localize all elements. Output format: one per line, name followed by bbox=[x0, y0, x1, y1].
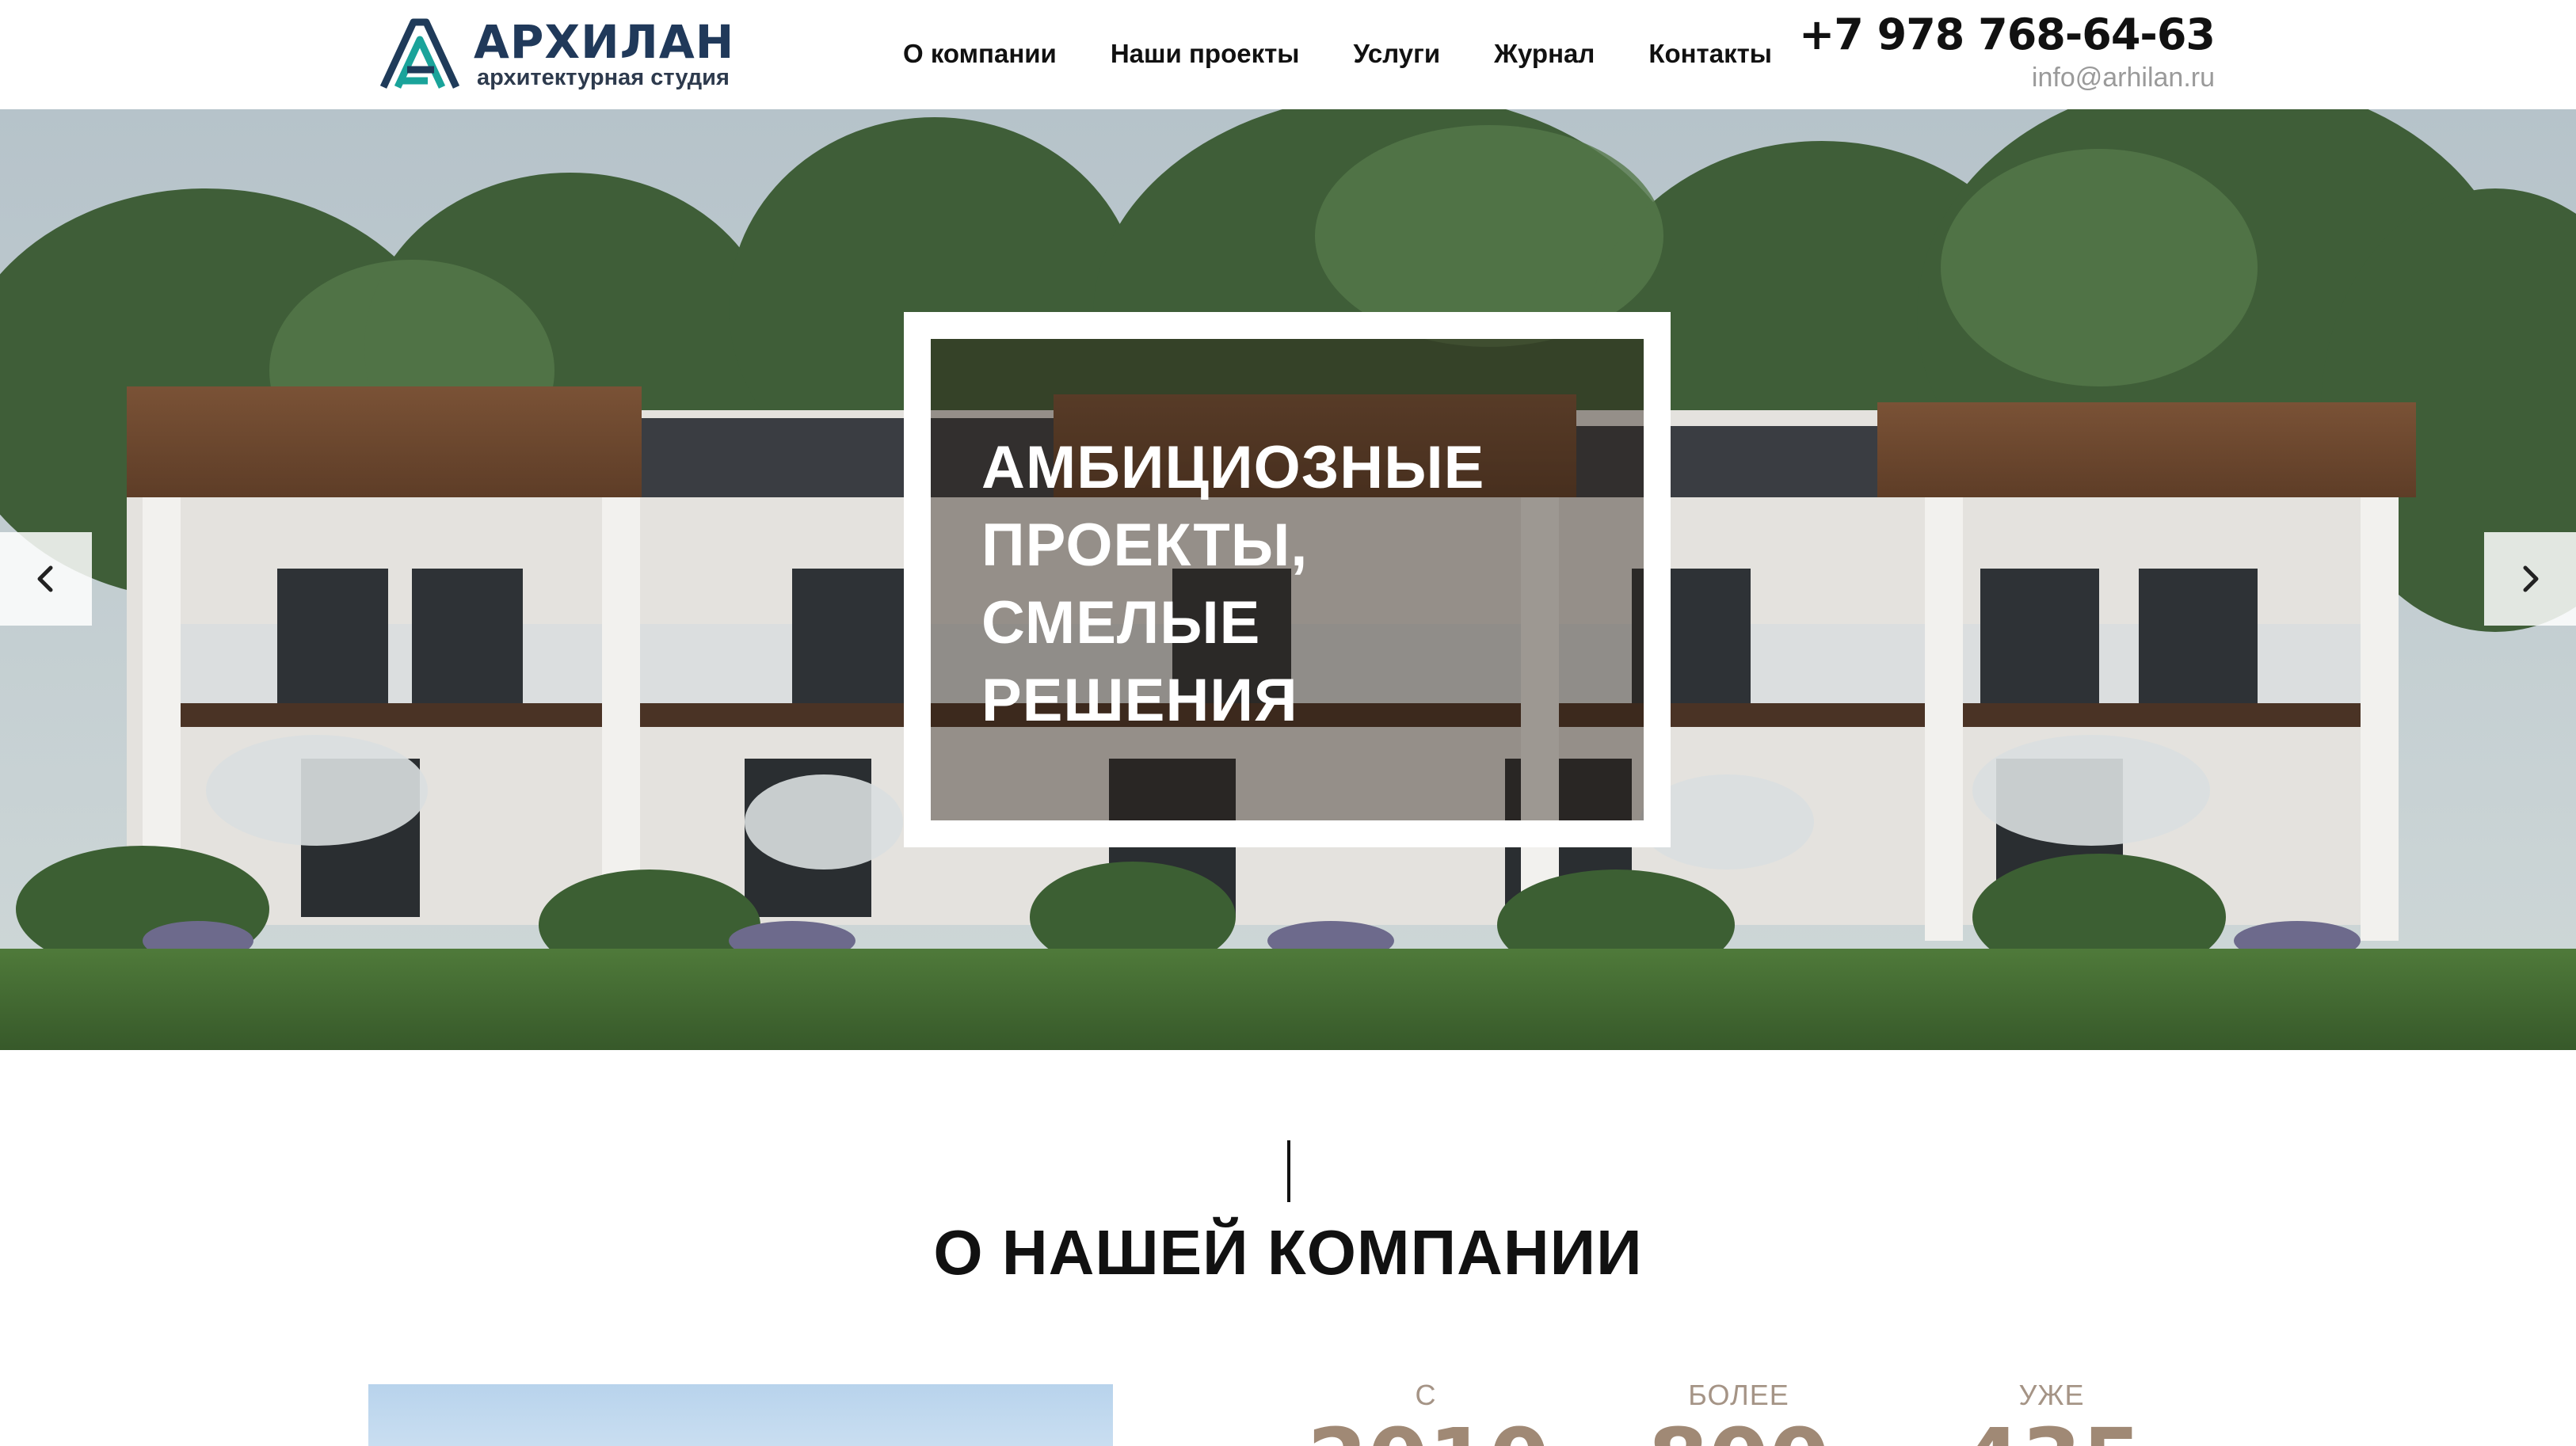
hero-caption-line: СМЕЛЫЕ bbox=[981, 589, 1261, 656]
nav-item-services[interactable]: Услуги bbox=[1353, 39, 1440, 69]
stat-value: 800 bbox=[1620, 1413, 1858, 1446]
logo-mark-icon bbox=[379, 18, 460, 89]
hero-caption: АМБИЦИОЗНЫЕ ПРОЕКТЫ, СМЕЛЫЕ РЕШЕНИЯ bbox=[981, 429, 1484, 740]
stat-label: БОЛЕЕ bbox=[1688, 1379, 1789, 1411]
section-divider bbox=[1287, 1140, 1290, 1202]
phone-link[interactable]: +7 978 768-64-63 bbox=[1799, 10, 2216, 60]
stat-more-than: БОЛЕЕ 800 bbox=[1620, 1378, 1858, 1446]
chevron-right-icon bbox=[2523, 565, 2539, 592]
slider-next-button[interactable] bbox=[2484, 532, 2576, 626]
nav-item-projects[interactable]: Наши проекты bbox=[1111, 39, 1300, 69]
stat-label: С bbox=[1415, 1379, 1437, 1411]
nav-item-about[interactable]: О компании bbox=[903, 39, 1057, 69]
logo-name: АРХИЛАН bbox=[474, 15, 735, 69]
header-contacts: +7 978 768-64-63 info@arhilan.ru bbox=[1799, 10, 2216, 93]
main-nav: О компании Наши проекты Услуги Журнал Ко… bbox=[903, 30, 1772, 78]
nav-item-journal[interactable]: Журнал bbox=[1494, 39, 1595, 69]
logo-text: АРХИЛАН архитектурная студия bbox=[474, 18, 734, 89]
site-header: АРХИЛАН архитектурная студия О компании … bbox=[0, 0, 2576, 109]
stat-since: С 2010 bbox=[1307, 1378, 1549, 1446]
nav-item-contacts[interactable]: Контакты bbox=[1648, 39, 1772, 69]
hero-caption-line: ПРОЕКТЫ, bbox=[981, 512, 1309, 579]
logo-subtitle: архитектурная студия bbox=[477, 65, 730, 90]
stat-value: 435 bbox=[1933, 1413, 2170, 1446]
hero-caption-line: АМБИЦИОЗНЫЕ bbox=[981, 434, 1485, 501]
stats-row: С 2010 БОЛЕЕ 800 УЖЕ 435 bbox=[0, 1378, 2576, 1446]
hero-caption-line: РЕШЕНИЯ bbox=[981, 667, 1298, 734]
section-title-about: О НАШЕЙ КОМПАНИИ bbox=[933, 1217, 1643, 1288]
hero-caption-frame: АМБИЦИОЗНЫЕ ПРОЕКТЫ, СМЕЛЫЕ РЕШЕНИЯ bbox=[904, 312, 1671, 847]
email-link[interactable]: info@arhilan.ru bbox=[1799, 62, 2215, 93]
stat-value: 2010 bbox=[1307, 1413, 1549, 1446]
chevron-left-icon bbox=[37, 565, 53, 592]
hero-slider: АМБИЦИОЗНЫЕ ПРОЕКТЫ, СМЕЛЫЕ РЕШЕНИЯ bbox=[0, 109, 2576, 1050]
logo[interactable]: АРХИЛАН архитектурная студия bbox=[379, 14, 775, 93]
stat-label: УЖЕ bbox=[2018, 1379, 2085, 1411]
slider-prev-button[interactable] bbox=[0, 532, 92, 626]
stat-already: УЖЕ 435 bbox=[1933, 1378, 2170, 1446]
